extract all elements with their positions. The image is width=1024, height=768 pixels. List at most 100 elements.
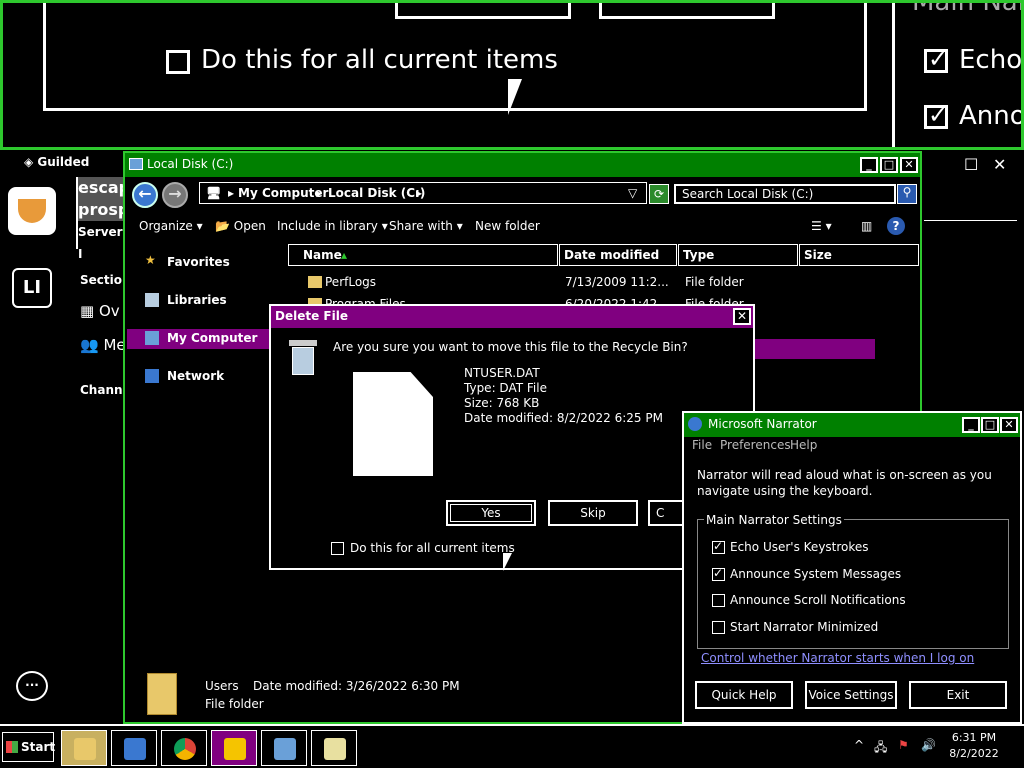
clock-date: 8/2/2022 [949,747,999,760]
narrator-icon [324,738,346,760]
magnified-checkbox [924,45,948,73]
magnified-checkbox-label: Do this for all current items [201,45,558,75]
taskbar-narrator[interactable] [311,730,357,766]
voice-settings-button[interactable]: Voice Settings [805,681,897,709]
view-options-icon[interactable]: ☰ ▾ [811,219,832,233]
maximize-button[interactable]: □ [880,157,898,173]
taskbar-chrome[interactable] [161,730,207,766]
magnified-option-label: Annou [959,101,1021,131]
narrator-titlebar[interactable]: Microsoft Narrator _ □ ✕ [684,413,1020,437]
action-center-icon[interactable]: ⚑ [898,738,909,752]
chevron-down-icon[interactable]: ▽ [628,186,637,200]
search-input[interactable]: Search Local Disk (C:) [674,184,896,204]
server-avatar[interactable] [8,187,56,235]
minimize-button[interactable]: _ [962,417,980,433]
network-tray-icon[interactable]: 🖧 [874,738,887,759]
chevron-right-icon[interactable]: ▸ [416,186,422,200]
chat-bubble-icon[interactable]: ··· [16,671,48,701]
close-button[interactable]: ✕ [1000,417,1018,433]
back-button[interactable]: ← [132,182,158,208]
open-button[interactable]: 📂 Open [215,219,266,233]
taskbar-media-player[interactable] [111,730,157,766]
nav-favorites[interactable]: ★ Favorites [127,253,267,273]
column-header-size[interactable]: Size [799,244,919,266]
column-header-type[interactable]: Type [678,244,798,266]
search-icon[interactable]: ⚲ [897,184,917,204]
column-header-date[interactable]: Date modified [559,244,677,266]
breadcrumb-local-disk[interactable]: Local Disk (C:) [328,186,425,200]
exit-button[interactable]: Exit [909,681,1007,709]
divider [924,220,1017,221]
folder-icon [308,276,322,288]
star-icon: ★ [145,253,156,267]
start-minimized-checkbox[interactable] [712,621,725,634]
open-folder-icon: 📂 [215,219,230,233]
skip-button[interactable]: Skip [548,500,638,526]
file-name: NTUSER.DAT [464,366,540,380]
chevron-right-icon[interactable]: ▸ [316,186,322,200]
user-avatar[interactable]: LI [12,268,52,308]
minimize-button[interactable]: _ [860,157,878,173]
refresh-button[interactable]: ⟳ [649,184,669,204]
announce-system-messages-checkbox[interactable] [712,566,725,581]
file-type: Type: DAT File [464,381,547,395]
maximize-icon[interactable]: ☐ [964,155,978,174]
menu-preferences[interactable]: Preferences [720,438,791,452]
server-header[interactable]: escap prosp Server I [76,177,130,265]
dropdown-arrow-icon: ▾ [456,219,463,233]
share-with-label: Share with [389,219,453,233]
nav-libraries[interactable]: Libraries [127,291,267,311]
breadcrumb-my-computer[interactable]: My Computer [238,186,328,200]
show-hidden-icons[interactable]: ^ [854,738,864,752]
close-button[interactable]: ✕ [900,157,918,173]
help-icon[interactable]: ? [887,217,905,235]
nav-label: My Computer [167,331,258,345]
start-button[interactable]: Start [2,732,55,762]
menu-file[interactable]: File [692,438,712,452]
quick-help-button[interactable]: Quick Help [695,681,793,709]
file-date: Date modified: 8/2/2022 6:25 PM [464,411,663,425]
system-clock[interactable]: 6:31 PM 8/2/2022 [946,730,1002,762]
explorer-titlebar[interactable]: Local Disk (C:) _ □ ✕ [125,153,920,177]
share-with-button[interactable]: Share with ▾ [389,219,463,233]
members-item[interactable]: 👥 Me [80,336,126,354]
maximize-button[interactable]: □ [981,417,999,433]
drive-icon [129,158,143,170]
address-bar[interactable]: 🖥 ▸ My Computer ▸ Local Disk (C:) ▸ ▽ [199,182,647,204]
magnifier-icon [274,738,296,760]
magnified-mouse-cursor [508,79,522,115]
file-row[interactable]: PerfLogs 7/13/2009 11:2... File folder [305,273,875,293]
close-button[interactable]: ✕ [733,308,751,325]
nav-network[interactable]: Network [127,367,267,387]
recycle-bin-icon [289,340,317,376]
yes-button[interactable]: Yes [446,500,536,526]
mouse-cursor [503,553,512,571]
echo-keystrokes-label: Echo User's Keystrokes [730,540,869,554]
new-folder-button[interactable]: New folder [475,219,540,233]
include-in-library-button[interactable]: Include in library ▾ [277,219,388,233]
echo-keystrokes-checkbox[interactable] [712,539,725,554]
apply-to-all-checkbox[interactable] [331,542,344,555]
announce-scroll-checkbox[interactable] [712,594,725,607]
preview-pane-icon[interactable]: ▥ [861,219,872,233]
taskbar-magnifier[interactable] [261,730,307,766]
column-type-label: Type [683,248,715,262]
guilded-brand-label: Guilded [37,155,90,169]
taskbar-explorer[interactable] [61,730,107,766]
nav-my-computer[interactable]: My Computer [127,329,270,349]
selected-row-highlight[interactable] [755,339,875,359]
volume-icon[interactable]: 🔊 [921,738,936,752]
column-header-name[interactable]: Name ▴ [288,244,558,266]
menu-help[interactable]: Help [790,438,817,452]
forward-button[interactable]: → [162,182,188,208]
dialog-titlebar[interactable]: Delete File ✕ [271,306,753,328]
taskbar-guilded[interactable] [211,730,257,766]
logon-settings-link[interactable]: Control whether Narrator starts when I l… [701,651,974,665]
chevron-right-icon[interactable]: ▸ [228,186,234,200]
organize-button[interactable]: Organize ▾ [139,219,203,233]
server-badge: Server I [78,221,128,265]
close-icon[interactable]: ✕ [993,155,1006,174]
members-icon: 👥 [80,336,104,354]
overview-item[interactable]: ▦ Ov [80,302,120,320]
folder-icon [74,738,96,760]
